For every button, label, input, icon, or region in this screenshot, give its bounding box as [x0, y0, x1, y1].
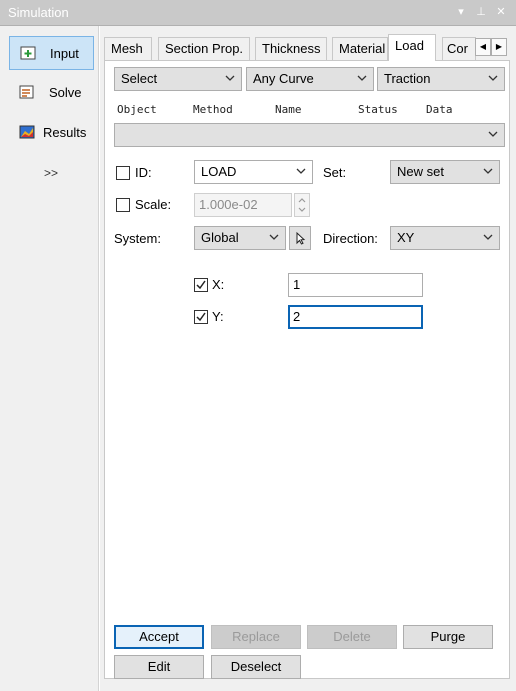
dropdown-icon[interactable]: ▾ — [454, 4, 468, 20]
spinner-arrows-icon — [298, 198, 306, 212]
x-checkbox[interactable] — [194, 278, 208, 292]
delete-button[interactable]: Delete — [307, 625, 397, 649]
column-header-data: Data — [426, 103, 453, 116]
tab-thickness[interactable]: Thickness — [255, 37, 327, 60]
chevron-down-icon — [488, 75, 498, 81]
sidebar-item-solve[interactable]: Solve — [9, 76, 94, 110]
column-header-object: Object — [117, 103, 157, 116]
tab-section-prop[interactable]: Section Prop. — [158, 37, 250, 60]
column-header-status: Status — [358, 103, 398, 116]
deselect-button[interactable]: Deselect — [211, 655, 301, 679]
scale-input[interactable]: 1.000e-02 — [194, 193, 292, 217]
direction-dropdown[interactable]: XY — [390, 226, 500, 250]
chevron-down-icon — [483, 168, 493, 174]
chevron-down-icon — [488, 131, 498, 137]
sidebar-item-results[interactable]: Results — [9, 116, 94, 150]
expand-sidebar-button[interactable]: >> — [44, 166, 58, 180]
sidebar-item-label: Solve — [49, 85, 82, 100]
set-value: New set — [397, 164, 444, 179]
title-bar: Simulation ▾ ⊥ ✕ — [0, 0, 516, 26]
y-input[interactable]: 2 — [288, 305, 423, 329]
tab-cor[interactable]: Cor — [442, 37, 476, 60]
direction-value: XY — [397, 230, 415, 245]
system-dropdown[interactable]: Global — [194, 226, 286, 250]
select-mode-value: Select — [121, 71, 158, 86]
solve-icon — [19, 85, 34, 99]
input-icon — [20, 46, 36, 60]
chevron-down-icon — [225, 75, 235, 81]
purge-button[interactable]: Purge — [403, 625, 493, 649]
set-dropdown[interactable]: New set — [390, 160, 500, 184]
results-icon — [19, 125, 35, 139]
replace-button[interactable]: Replace — [211, 625, 301, 649]
chevron-down-icon — [483, 234, 493, 240]
column-header-name: Name — [275, 103, 302, 116]
sidebar-item-label: Results — [43, 125, 87, 140]
pin-icon[interactable]: ⊥ — [474, 4, 488, 20]
tab-scroll-right-button[interactable]: ▶ — [491, 38, 507, 56]
cursor-pick-icon — [296, 231, 306, 245]
column-header-method: Method — [193, 103, 233, 116]
tab-strip: Mesh Section Prop. Thickness Material Lo… — [104, 34, 510, 61]
tab-scroll-left-button[interactable]: ◀ — [475, 38, 491, 56]
chevron-down-icon — [296, 168, 306, 174]
direction-label: Direction: — [323, 231, 378, 246]
edit-button[interactable]: Edit — [114, 655, 204, 679]
system-label: System: — [114, 231, 161, 246]
chevron-down-icon — [269, 234, 279, 240]
sidebar: Input Solve Results >> — [0, 26, 99, 691]
tab-mesh[interactable]: Mesh — [104, 37, 152, 60]
checkmark-icon — [196, 280, 206, 290]
y-checkbox[interactable] — [194, 310, 208, 324]
tab-material[interactable]: Material — [332, 37, 388, 60]
curve-filter-value: Any Curve — [253, 71, 314, 86]
pick-system-button[interactable] — [289, 226, 311, 250]
load-panel: Select Any Curve Traction Object Method … — [104, 60, 510, 679]
accept-button[interactable]: Accept — [114, 625, 204, 649]
close-icon[interactable]: ✕ — [494, 4, 508, 20]
curve-filter-dropdown[interactable]: Any Curve — [246, 67, 374, 91]
checkmark-icon — [196, 312, 206, 322]
y-label: Y: — [212, 309, 224, 324]
chevron-down-icon — [357, 75, 367, 81]
tab-load[interactable]: Load — [388, 34, 436, 61]
load-type-dropdown[interactable]: Traction — [377, 67, 505, 91]
select-mode-dropdown[interactable]: Select — [114, 67, 242, 91]
load-type-value: Traction — [384, 71, 431, 86]
object-list-dropdown[interactable] — [114, 123, 505, 147]
main-panel: Mesh Section Prop. Thickness Material Lo… — [100, 26, 516, 691]
scale-label: Scale: — [135, 197, 172, 212]
scale-checkbox[interactable] — [116, 198, 130, 212]
x-input[interactable]: 1 — [288, 273, 423, 297]
id-combo[interactable]: LOAD — [194, 160, 313, 184]
set-label: Set: — [323, 165, 347, 180]
system-value: Global — [201, 230, 239, 245]
id-checkbox[interactable] — [116, 166, 130, 180]
id-label: ID: — [135, 165, 152, 180]
sidebar-item-input[interactable]: Input — [9, 36, 94, 70]
sidebar-item-label: Input — [50, 46, 79, 61]
scale-spinner[interactable] — [294, 193, 310, 217]
id-value: LOAD — [201, 164, 237, 179]
window-title: Simulation — [8, 5, 69, 20]
x-label: X: — [212, 277, 225, 292]
